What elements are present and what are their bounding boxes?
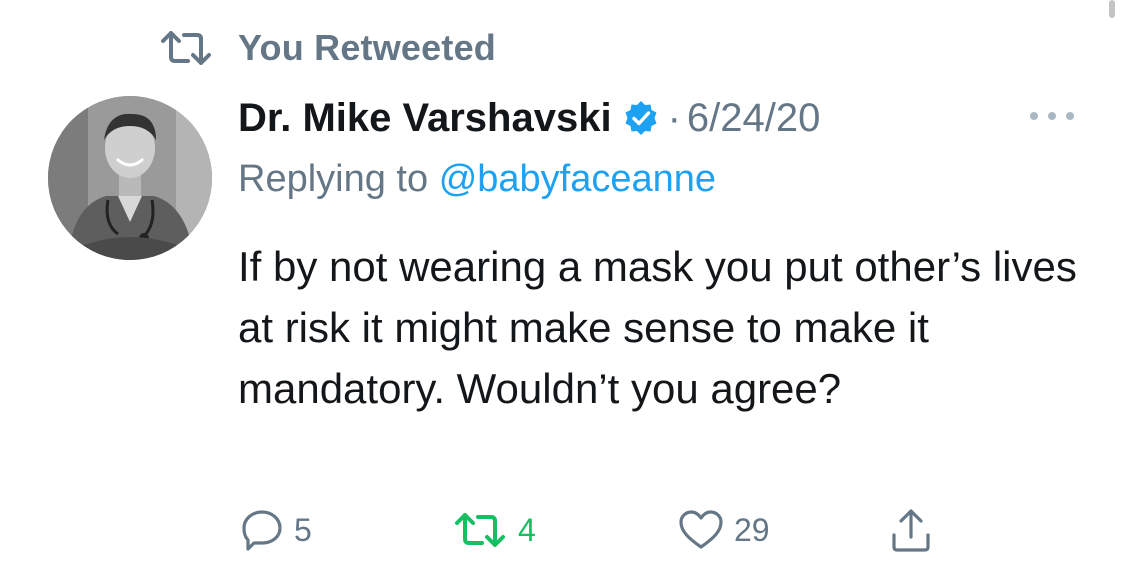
reply-context: Replying to @babyfaceanne	[238, 158, 716, 201]
tweet-header: Dr. Mike Varshavski · 6/24/20	[238, 90, 820, 146]
like-button[interactable]: 29	[678, 500, 770, 560]
reply-button[interactable]: 5	[240, 500, 312, 560]
tweet-screen: You Retweeted Dr. Mike Varshavski · 6/24…	[0, 0, 1125, 579]
reply-mention-link[interactable]: @babyfaceanne	[439, 158, 716, 200]
more-options-button[interactable]	[1030, 104, 1074, 128]
verified-badge-icon	[622, 99, 660, 137]
retweet-button[interactable]: 4	[452, 500, 536, 560]
retweet-context: You Retweeted	[158, 24, 496, 72]
avatar[interactable]	[48, 96, 212, 260]
heart-icon	[678, 509, 724, 551]
retweet-icon	[452, 510, 508, 550]
retweet-count: 4	[518, 511, 536, 548]
reply-context-prefix: Replying to	[238, 158, 429, 200]
share-button[interactable]	[890, 500, 932, 560]
timestamp[interactable]: 6/24/20	[687, 96, 820, 141]
separator-dot: ·	[667, 95, 681, 140]
reply-bubble-icon	[240, 508, 284, 552]
tweet-text: If by not wearing a mask you put other’s…	[238, 243, 1077, 412]
like-count: 29	[734, 511, 770, 548]
tweet-actions: 5 4 29	[238, 500, 998, 560]
retweet-context-label: You Retweeted	[238, 27, 496, 68]
scroll-indicator[interactable]	[1109, 0, 1115, 18]
share-icon	[890, 507, 932, 553]
retweet-icon	[158, 28, 214, 68]
author-name[interactable]: Dr. Mike Varshavski	[238, 96, 612, 141]
more-horizontal-icon	[1030, 112, 1038, 120]
reply-count: 5	[294, 511, 312, 548]
